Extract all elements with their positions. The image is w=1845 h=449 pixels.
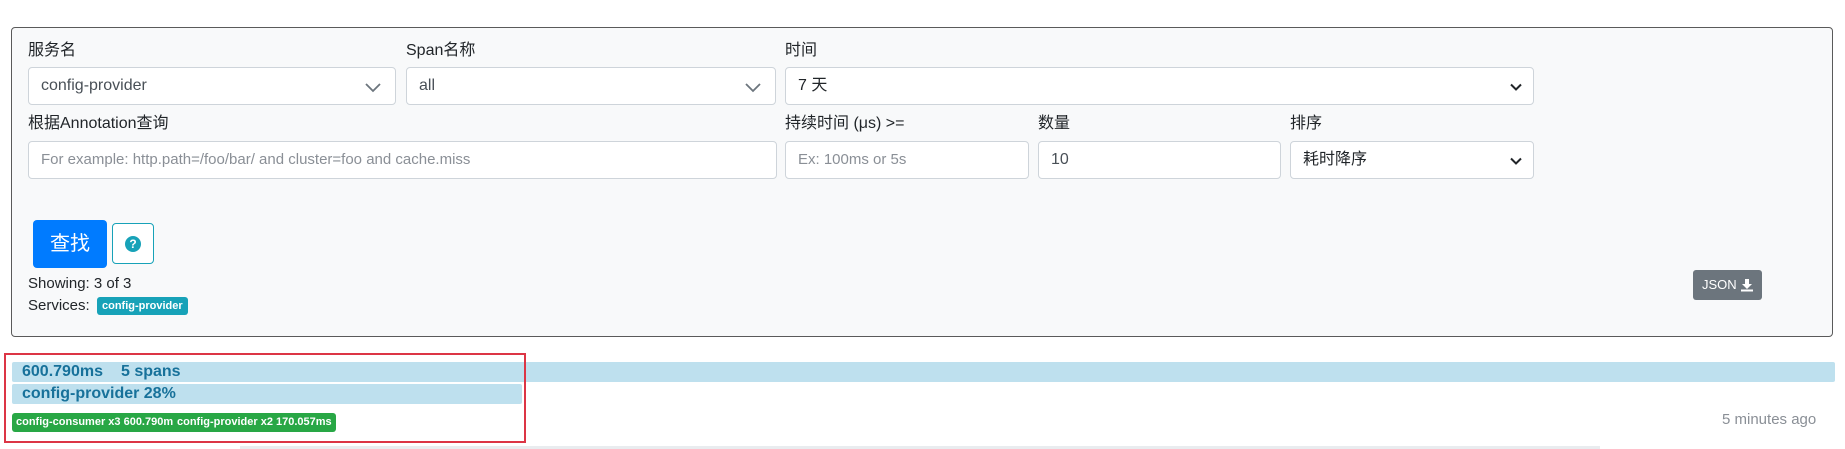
chevron-down-icon [365, 83, 381, 93]
span-name-label: Span名称 [406, 42, 476, 59]
download-icon [1741, 279, 1753, 292]
limit-input[interactable]: 10 [1038, 141, 1281, 179]
sort-select[interactable]: 耗时降序 [1290, 141, 1534, 179]
service-badge: config-provider [97, 297, 188, 315]
help-button[interactable]: ? [112, 223, 154, 264]
duration-input[interactable]: Ex: 100ms or 5s [785, 141, 1029, 179]
question-circle-icon: ? [125, 236, 141, 252]
search-button[interactable]: 查找 [33, 220, 107, 268]
trace-timestamp: 5 minutes ago [1722, 411, 1817, 428]
duration-label: 持续时间 (μs) >= [785, 115, 905, 132]
sort-label: 排序 [1290, 115, 1323, 132]
trace-highlight-box [4, 353, 526, 443]
time-select[interactable]: 7 天 [785, 67, 1534, 105]
time-label: 时间 [785, 42, 818, 59]
chevron-down-icon [745, 83, 761, 93]
chevron-down-icon [1510, 83, 1522, 91]
showing-count: Showing: 3 of 3 [28, 275, 132, 292]
chevron-down-icon [1510, 157, 1522, 165]
time-value: 7 天 [798, 77, 828, 94]
json-download-button[interactable]: JSON [1693, 270, 1762, 300]
services-label: Services: [28, 297, 90, 314]
annotation-query-label: 根据Annotation查询 [28, 115, 169, 132]
service-name-select[interactable]: config-provider [28, 67, 396, 105]
limit-label: 数量 [1038, 115, 1071, 132]
duration-placeholder: Ex: 100ms or 5s [798, 151, 907, 168]
json-button-label: JSON [1702, 277, 1737, 292]
sort-value: 耗时降序 [1303, 151, 1368, 168]
service-name-value: config-provider [41, 77, 147, 94]
span-name-select[interactable]: all [406, 67, 776, 105]
service-name-label: 服务名 [28, 42, 77, 59]
annotation-query-input[interactable]: For example: http.path=/foo/bar/ and clu… [28, 141, 777, 179]
annotation-query-placeholder: For example: http.path=/foo/bar/ and clu… [41, 151, 471, 168]
limit-value: 10 [1051, 151, 1069, 168]
span-name-value: all [419, 77, 436, 94]
